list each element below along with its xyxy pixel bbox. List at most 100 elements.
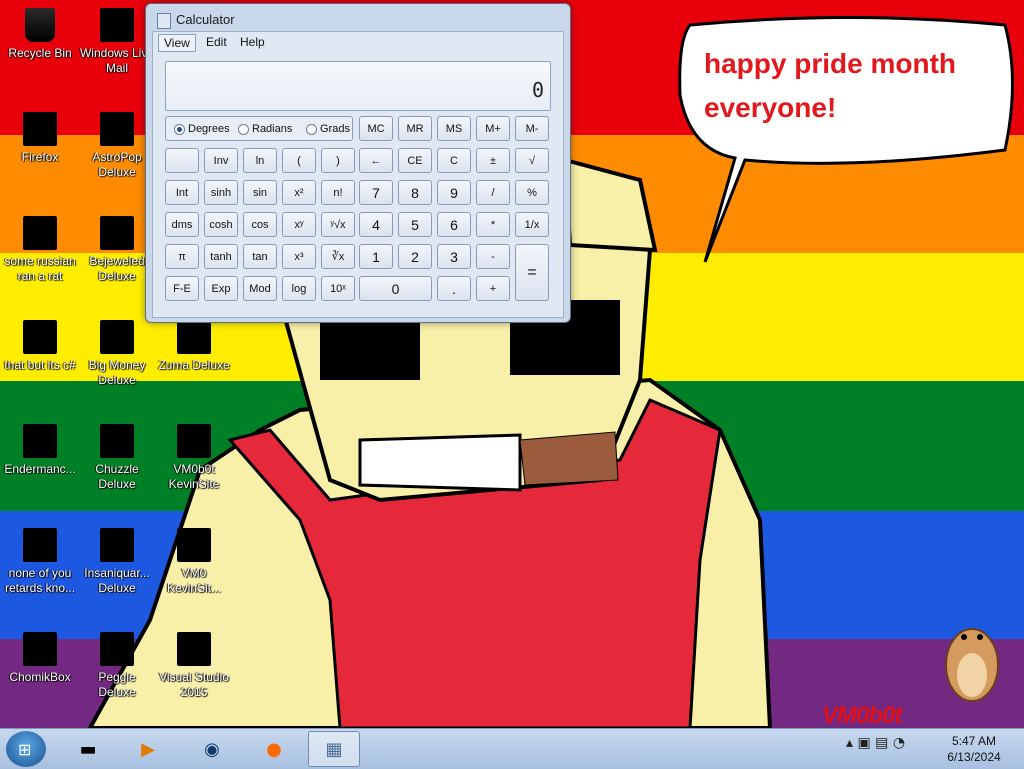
system-tray[interactable]: ▴ ▣ ▤ ◔ <box>846 735 905 751</box>
btn-digit-9[interactable]: 9 <box>437 180 471 205</box>
btn-divide[interactable]: / <box>476 180 510 205</box>
start-button[interactable]: ⊞ <box>6 731 46 767</box>
btn-tanh[interactable]: tanh <box>204 244 238 269</box>
taskbar-globe[interactable]: ◉ <box>186 731 238 767</box>
btn-cube[interactable]: x³ <box>282 244 316 269</box>
btn-power[interactable]: xʸ <box>282 212 316 237</box>
btn-mod[interactable]: Mod <box>243 276 277 301</box>
menu-help[interactable]: Help <box>235 34 270 50</box>
btn-inv[interactable]: Inv <box>204 148 238 173</box>
btn-factorial[interactable]: n! <box>321 180 355 205</box>
desktop-icon-recycle-bin[interactable]: Recycle Bin <box>2 8 78 61</box>
desktop-icon-insaniquarium[interactable]: Insaniquar... Deluxe <box>79 528 155 596</box>
btn-reciprocal[interactable]: 1/x <box>515 212 549 237</box>
desktop-icon-peggle[interactable]: Peggle Deluxe <box>79 632 155 700</box>
btn-digit-0[interactable]: 0 <box>359 276 432 301</box>
chomikbox-icon <box>23 632 57 666</box>
btn-ln[interactable]: ln <box>243 148 277 173</box>
desktop-icon-vm0-kevinsit[interactable]: VM0 KevinSit... <box>156 528 232 596</box>
taskbar-calculator[interactable]: ▦ <box>308 731 360 767</box>
taskbar-terminal[interactable]: ▬ <box>62 731 114 767</box>
btn-cos[interactable]: cos <box>243 212 277 237</box>
desktop-icon-endermanc[interactable]: Endermanc... <box>2 424 78 477</box>
desktop-icon-firefox[interactable]: Firefox <box>2 112 78 165</box>
desktop-icon-some-russian[interactable]: some russian ran a rat <box>2 216 78 284</box>
radio-grads[interactable]: Grads <box>306 123 350 135</box>
desktop-icon-big-money[interactable]: Big Money Deluxe <box>79 320 155 388</box>
btn-cosh[interactable]: cosh <box>204 212 238 237</box>
btn-memory-store[interactable]: MS <box>437 116 471 141</box>
btn-percent[interactable]: % <box>515 180 549 205</box>
desktop-icon-label: Bejeweled Deluxe <box>89 254 145 283</box>
btn-equals[interactable]: = <box>515 244 549 301</box>
radio-icon <box>238 123 249 135</box>
menu-edit[interactable]: Edit <box>201 34 232 50</box>
btn-multiply[interactable]: * <box>476 212 510 237</box>
desktop-icon-windows-live-mail[interactable]: Windows Live Mail <box>79 8 155 76</box>
btn-memory-clear[interactable]: MC <box>359 116 393 141</box>
btn-sin[interactable]: sin <box>243 180 277 205</box>
btn-negate[interactable]: ± <box>476 148 510 173</box>
btn-digit-2[interactable]: 2 <box>398 244 432 269</box>
btn-square[interactable]: x² <box>282 180 316 205</box>
btn-memory-subtract[interactable]: M- <box>515 116 549 141</box>
btn-plus[interactable]: + <box>476 276 510 301</box>
angle-mode-group: Degrees Radians Grads <box>165 116 353 141</box>
desktop-icon-zuma[interactable]: Zuma Deluxe <box>156 320 232 373</box>
desktop-icon-none-of-you[interactable]: none of you retards kno... <box>2 528 78 596</box>
btn-sinh[interactable]: sinh <box>204 180 238 205</box>
desktop-icon-that-but-its-c[interactable]: that but its c# <box>2 320 78 373</box>
zuma-icon <box>177 320 211 354</box>
btn-digit-4[interactable]: 4 <box>359 212 393 237</box>
radio-radians[interactable]: Radians <box>238 123 292 135</box>
btn-exp[interactable]: Exp <box>204 276 238 301</box>
calculator-window[interactable]: Calculator View Edit Help 0 Degrees Radi… <box>145 3 571 323</box>
btn-memory-recall[interactable]: MR <box>398 116 432 141</box>
desktop-icon-chuzzle[interactable]: Chuzzle Deluxe <box>79 424 155 492</box>
btn-close-paren[interactable]: ) <box>321 148 355 173</box>
desktop-icon-label: that but its c# <box>4 358 76 372</box>
desktop-icon-chomikbox[interactable]: ChomikBox <box>2 632 78 685</box>
btn-digit-5[interactable]: 5 <box>398 212 432 237</box>
btn-digit-1[interactable]: 1 <box>359 244 393 269</box>
btn-cuberoot[interactable]: ∛x <box>321 244 355 269</box>
desktop-icon-label: Visual Studio 2015 <box>159 670 229 699</box>
peggle-icon <box>100 632 134 666</box>
taskbar-media-player[interactable]: ▶ <box>122 731 174 767</box>
mail-icon <box>100 8 134 42</box>
firefox-icon: ● <box>266 738 282 760</box>
btn-digit-6[interactable]: 6 <box>437 212 471 237</box>
taskbar-clock[interactable]: 5:47 AM 6/13/2024 <box>938 733 1010 765</box>
btn-backspace[interactable]: ← <box>359 148 393 173</box>
desktop-icon-visual-studio[interactable]: Visual Studio 2015 <box>156 632 232 700</box>
btn-memory-add[interactable]: M+ <box>476 116 510 141</box>
menu-view[interactable]: View <box>158 34 196 52</box>
taskbar-firefox[interactable]: ● <box>248 731 300 767</box>
desktop-icon-bejeweled[interactable]: Bejeweled Deluxe <box>79 216 155 284</box>
desktop-icon-vm0b0t-kevinsite[interactable]: VM0b0t KevinSite <box>156 424 232 492</box>
btn-blank[interactable] <box>165 148 199 173</box>
btn-int[interactable]: Int <box>165 180 199 205</box>
btn-yroot[interactable]: ʸ√x <box>321 212 355 237</box>
btn-minus[interactable]: - <box>476 244 510 269</box>
btn-ce[interactable]: CE <box>398 148 432 173</box>
btn-pi[interactable]: π <box>165 244 199 269</box>
btn-digit-3[interactable]: 3 <box>437 244 471 269</box>
btn-digit-8[interactable]: 8 <box>398 180 432 205</box>
desktop-icon-label: Firefox <box>21 150 59 164</box>
btn-clear[interactable]: C <box>437 148 471 173</box>
astropop-icon <box>100 112 134 146</box>
bubble-text: happy pride month everyone! <box>704 48 956 123</box>
taskbar: ⊞ ▬ ▶ ◉ ● ▦ ▴ ▣ ▤ ◔ 5:47 AM 6/13/2024 <box>0 728 1024 769</box>
btn-log[interactable]: log <box>282 276 316 301</box>
btn-ten-power[interactable]: 10ˣ <box>321 276 355 301</box>
btn-decimal[interactable]: . <box>437 276 471 301</box>
radio-degrees[interactable]: Degrees <box>174 123 230 135</box>
btn-tan[interactable]: tan <box>243 244 277 269</box>
btn-digit-7[interactable]: 7 <box>359 180 393 205</box>
btn-open-paren[interactable]: ( <box>282 148 316 173</box>
btn-sqrt[interactable]: √ <box>515 148 549 173</box>
btn-dms[interactable]: dms <box>165 212 199 237</box>
btn-fe[interactable]: F-E <box>165 276 199 301</box>
desktop-icon-astropop[interactable]: AstroPop Deluxe <box>79 112 155 180</box>
